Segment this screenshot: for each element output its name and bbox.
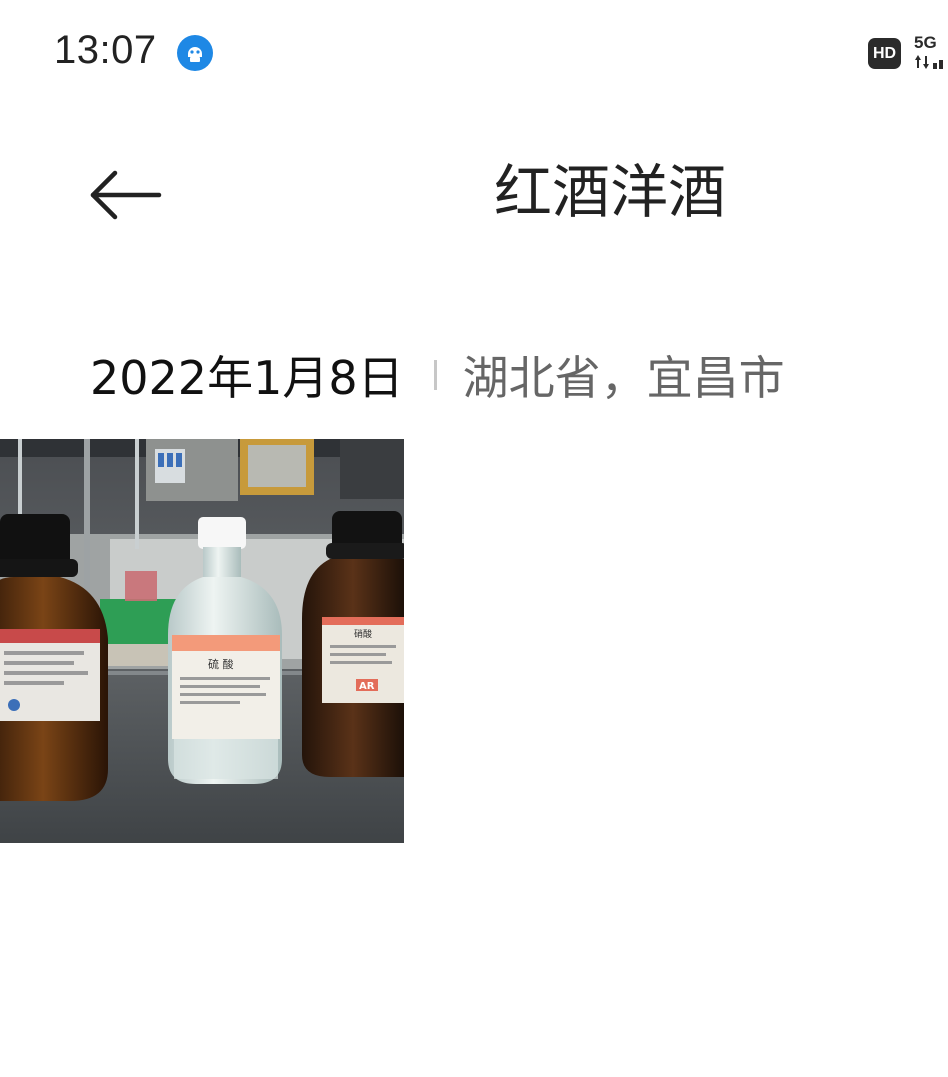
status-bar: 13:07 HD 5G [0,0,948,104]
album-location: 湖北省，宜昌市 [462,351,785,405]
signal-5g-icon: 5G [914,34,948,72]
network-type-label: 5G [914,33,937,52]
back-arrow-icon [90,170,162,220]
bottle-label-right: 硝酸 [354,628,372,640]
album-date: 2022年1月8日 [90,351,404,405]
photo-image: 硫 酸 硝酸 AR [0,439,404,843]
hd-voice-badge: HD [868,38,901,69]
bottle-label-center: 硫 酸 [208,657,234,671]
data-activity-icon [915,55,943,69]
page-title: 红酒洋酒 [493,158,726,226]
photo-thumbnail[interactable]: 硫 酸 硝酸 AR [0,439,404,843]
album-meta: 2022年1月8日 湖北省，宜昌市 [90,340,785,410]
status-time: 13:07 [54,28,157,72]
smart-assistant-icon [177,35,213,71]
back-button[interactable] [80,160,170,230]
meta-divider [433,360,437,390]
bottle-label-grade: AR [359,681,375,692]
